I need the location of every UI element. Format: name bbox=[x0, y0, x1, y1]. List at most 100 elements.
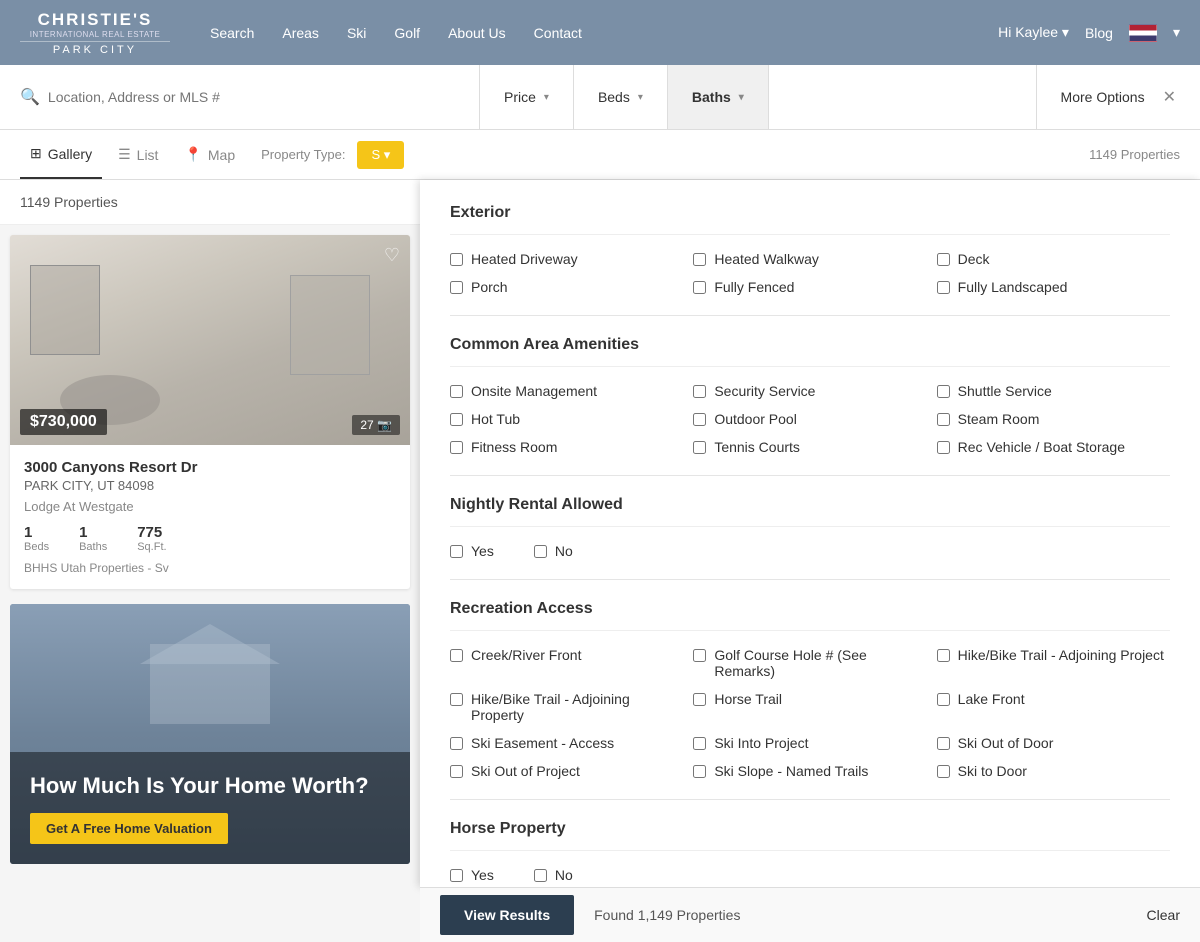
checkbox-input[interactable] bbox=[693, 765, 706, 778]
footer-bar: View Results Found 1,149 Properties Clea… bbox=[420, 887, 1200, 942]
checkbox-input[interactable] bbox=[693, 441, 706, 454]
checkbox-deck[interactable]: Deck bbox=[937, 251, 1170, 267]
blog-link[interactable]: Blog bbox=[1085, 25, 1113, 41]
tab-map[interactable]: 📍 Map bbox=[174, 130, 245, 179]
nav-search[interactable]: Search bbox=[210, 25, 254, 41]
main-nav: CHRISTIE'S INTERNATIONAL REAL ESTATE PAR… bbox=[0, 0, 1200, 65]
checkbox-ski-into-project[interactable]: Ski Into Project bbox=[693, 735, 926, 751]
checkbox-heated-driveway[interactable]: Heated Driveway bbox=[450, 251, 683, 267]
heart-icon[interactable]: ♡ bbox=[384, 245, 400, 266]
checkbox-input[interactable] bbox=[534, 545, 547, 558]
checkbox-lake-front[interactable]: Lake Front bbox=[937, 691, 1170, 723]
checkbox-nightly-no[interactable]: No bbox=[534, 543, 573, 559]
checkbox-onsite-mgmt[interactable]: Onsite Management bbox=[450, 383, 683, 399]
checkbox-rec-vehicle[interactable]: Rec Vehicle / Boat Storage bbox=[937, 439, 1170, 455]
promo-cta-button[interactable]: Get A Free Home Valuation bbox=[30, 813, 228, 844]
checkbox-input[interactable] bbox=[937, 413, 950, 426]
checkbox-horse-trail[interactable]: Horse Trail bbox=[693, 691, 926, 723]
tab-gallery[interactable]: ⊞ Gallery bbox=[20, 130, 102, 179]
checkbox-ski-easement[interactable]: Ski Easement - Access bbox=[450, 735, 683, 751]
checkbox-input[interactable] bbox=[937, 649, 950, 662]
checkbox-outdoor-pool[interactable]: Outdoor Pool bbox=[693, 411, 926, 427]
checkbox-input[interactable] bbox=[450, 765, 463, 778]
exterior-options: Heated Driveway Heated Walkway Deck Porc… bbox=[450, 251, 1170, 295]
checkbox-fully-landscaped[interactable]: Fully Landscaped bbox=[937, 279, 1170, 295]
checkbox-input[interactable] bbox=[693, 281, 706, 294]
checkbox-tennis-courts[interactable]: Tennis Courts bbox=[693, 439, 926, 455]
checkbox-input[interactable] bbox=[450, 281, 463, 294]
checkbox-input[interactable] bbox=[450, 649, 463, 662]
checkbox-input[interactable] bbox=[937, 281, 950, 294]
nav-areas[interactable]: Areas bbox=[282, 25, 319, 41]
checkbox-fully-fenced[interactable]: Fully Fenced bbox=[693, 279, 926, 295]
checkbox-input[interactable] bbox=[534, 869, 547, 882]
search-icon: 🔍 bbox=[20, 87, 40, 107]
close-icon[interactable]: ✕ bbox=[1163, 87, 1176, 107]
checkbox-ski-slope[interactable]: Ski Slope - Named Trails bbox=[693, 763, 926, 779]
main-area: 1149 Properties ♡ $730,000 27 📷 3000 Can… bbox=[0, 180, 1200, 942]
logo-city: PARK CITY bbox=[53, 44, 137, 56]
checkbox-input[interactable] bbox=[937, 737, 950, 750]
nav-contact[interactable]: Contact bbox=[534, 25, 582, 41]
clear-button[interactable]: Clear bbox=[1147, 907, 1180, 923]
checkbox-porch[interactable]: Porch bbox=[450, 279, 683, 295]
checkbox-input[interactable] bbox=[693, 413, 706, 426]
checkbox-heated-walkway[interactable]: Heated Walkway bbox=[693, 251, 926, 267]
checkbox-input[interactable] bbox=[450, 869, 463, 882]
checkbox-input[interactable] bbox=[450, 545, 463, 558]
list-icon: ☰ bbox=[118, 146, 131, 163]
checkbox-input[interactable] bbox=[450, 441, 463, 454]
checkbox-ski-to-door[interactable]: Ski to Door bbox=[937, 763, 1170, 779]
prop-stat-sqft: 775 Sq.Ft. bbox=[137, 524, 166, 553]
search-input[interactable] bbox=[48, 89, 459, 105]
checkbox-input[interactable] bbox=[450, 413, 463, 426]
baths-label: Baths bbox=[79, 541, 107, 553]
nav-golf[interactable]: Golf bbox=[394, 25, 420, 41]
checkbox-golf-course[interactable]: Golf Course Hole # (See Remarks) bbox=[693, 647, 926, 679]
checkbox-shuttle-service[interactable]: Shuttle Service bbox=[937, 383, 1170, 399]
more-options-label: More Options bbox=[1061, 89, 1145, 105]
checkbox-hot-tub[interactable]: Hot Tub bbox=[450, 411, 683, 427]
checkbox-fitness-room[interactable]: Fitness Room bbox=[450, 439, 683, 455]
view-results-button[interactable]: View Results bbox=[440, 895, 574, 935]
checkbox-nightly-yes[interactable]: Yes bbox=[450, 543, 494, 559]
user-greeting[interactable]: Hi Kaylee ▾ bbox=[998, 24, 1069, 41]
checkbox-input[interactable] bbox=[450, 253, 463, 266]
checkbox-input[interactable] bbox=[693, 253, 706, 266]
checkbox-input[interactable] bbox=[693, 693, 706, 706]
checkbox-input[interactable] bbox=[937, 253, 950, 266]
checkbox-input[interactable] bbox=[450, 737, 463, 750]
checkbox-steam-room[interactable]: Steam Room bbox=[937, 411, 1170, 427]
checkbox-security-service[interactable]: Security Service bbox=[693, 383, 926, 399]
checkbox-ski-out-project[interactable]: Ski Out of Project bbox=[450, 763, 683, 779]
checkbox-input[interactable] bbox=[450, 693, 463, 706]
checkbox-input[interactable] bbox=[937, 441, 950, 454]
baths-filter[interactable]: Baths ▾ bbox=[668, 65, 769, 129]
checkbox-input[interactable] bbox=[693, 649, 706, 662]
flag-icon[interactable] bbox=[1129, 24, 1157, 42]
tab-list[interactable]: ☰ List bbox=[108, 130, 168, 179]
checkbox-hike-bike-project[interactable]: Hike/Bike Trail - Adjoining Project bbox=[937, 647, 1170, 679]
property-type-button[interactable]: S ▾ bbox=[357, 141, 404, 169]
price-filter[interactable]: Price ▾ bbox=[480, 65, 574, 129]
checkbox-horse-yes[interactable]: Yes bbox=[450, 867, 494, 883]
checkbox-hike-bike-property[interactable]: Hike/Bike Trail - Adjoining Property bbox=[450, 691, 683, 723]
beds-filter[interactable]: Beds ▾ bbox=[574, 65, 668, 129]
checkbox-ski-out-door[interactable]: Ski Out of Door bbox=[937, 735, 1170, 751]
horse-property-options: Yes No bbox=[450, 867, 1170, 883]
more-options-filter[interactable]: More Options ✕ bbox=[1036, 65, 1200, 129]
checkbox-input[interactable] bbox=[693, 737, 706, 750]
checkbox-creek-river[interactable]: Creek/River Front bbox=[450, 647, 683, 679]
checkbox-input[interactable] bbox=[693, 385, 706, 398]
nav-about[interactable]: About Us bbox=[448, 25, 506, 41]
nav-ski[interactable]: Ski bbox=[347, 25, 366, 41]
checkbox-input[interactable] bbox=[450, 385, 463, 398]
checkbox-horse-no[interactable]: No bbox=[534, 867, 573, 883]
promo-card: How Much Is Your Home Worth? Get A Free … bbox=[10, 604, 410, 864]
checkbox-input[interactable] bbox=[937, 385, 950, 398]
checkbox-input[interactable] bbox=[937, 765, 950, 778]
photo-count-badge: 27 📷 bbox=[352, 415, 400, 435]
logo[interactable]: CHRISTIE'S INTERNATIONAL REAL ESTATE PAR… bbox=[20, 10, 170, 56]
sqft-value: 775 bbox=[137, 524, 166, 541]
checkbox-input[interactable] bbox=[937, 693, 950, 706]
